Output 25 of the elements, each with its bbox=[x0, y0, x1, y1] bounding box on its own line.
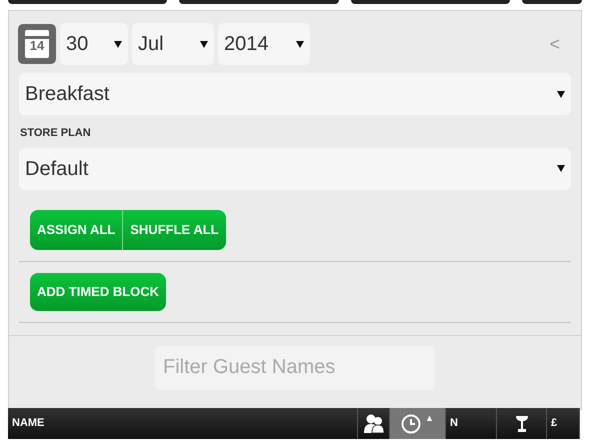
day-select[interactable]: 30 bbox=[60, 23, 128, 65]
people-icon bbox=[362, 414, 384, 434]
tab-strip[interactable] bbox=[522, 0, 582, 4]
filter-field[interactable]: Filter Guest Names bbox=[155, 346, 435, 390]
year-select[interactable]: 2014 bbox=[218, 23, 310, 65]
column-header[interactable]: ▲ bbox=[390, 408, 446, 439]
column-header[interactable]: NAME bbox=[8, 408, 358, 439]
caret-icon bbox=[296, 40, 304, 48]
clock-icon bbox=[401, 414, 422, 434]
store-plan-select[interactable]: Default bbox=[19, 148, 571, 190]
meal-select[interactable]: Breakfast bbox=[19, 73, 571, 115]
calendar-icon[interactable]: 14 bbox=[18, 24, 56, 64]
caret-icon bbox=[557, 165, 565, 172]
sort-arrow: ▲ bbox=[425, 412, 434, 425]
glass-icon bbox=[514, 414, 528, 432]
column-header[interactable] bbox=[358, 408, 390, 439]
column-header[interactable]: £ bbox=[547, 408, 580, 439]
calendar-day: 14 bbox=[30, 39, 44, 53]
column-header[interactable] bbox=[497, 408, 547, 439]
caret-icon bbox=[557, 90, 565, 98]
caret-icon bbox=[200, 40, 208, 48]
month-select[interactable]: Jul bbox=[132, 23, 214, 65]
store-plan-label: STORE PLAN bbox=[19, 126, 92, 141]
caret-icon bbox=[114, 40, 122, 48]
column-header[interactable]: N bbox=[446, 408, 497, 439]
